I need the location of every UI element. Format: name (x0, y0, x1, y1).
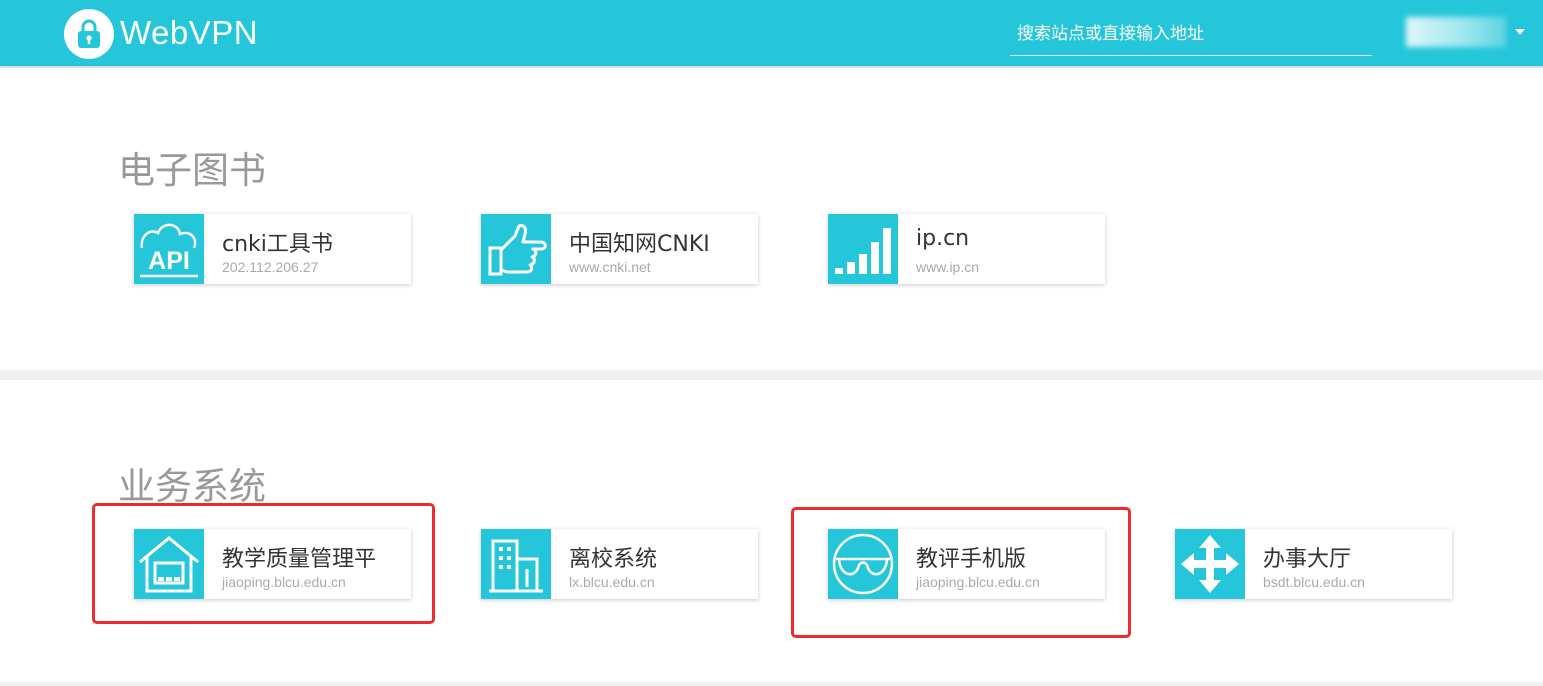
section-ebooks: 电子图书 API cnki工具书 202.112.206.27 中国知网CNKI… (0, 68, 1543, 370)
site-name: 离校系统 (569, 547, 658, 572)
site-name: ip.cn (916, 226, 970, 251)
section-title: 电子图书 (118, 149, 266, 192)
site-host: lx.blcu.edu.cn (569, 574, 655, 590)
site-card-leaving-system[interactable]: 离校系统 lx.blcu.edu.cn (481, 529, 758, 599)
site-card-service-hall[interactable]: 办事大厅 bsdt.blcu.edu.cn (1175, 529, 1452, 599)
user-menu[interactable] (1406, 17, 1525, 49)
site-host: bsdt.blcu.edu.cn (1263, 574, 1365, 590)
site-card-cnki-tools[interactable]: API cnki工具书 202.112.206.27 (134, 214, 411, 284)
site-name: 中国知网CNKI (569, 232, 710, 257)
user-avatar-redacted[interactable] (1406, 17, 1506, 47)
site-host: www.cnki.net (569, 259, 651, 275)
site-host: 202.112.206.27 (222, 259, 319, 275)
search-input[interactable] (1010, 18, 1372, 50)
chevron-down-icon[interactable] (1515, 29, 1525, 35)
api-cloud-icon: API (134, 214, 204, 284)
highlight-box-eval-mobile (791, 507, 1131, 638)
site-host: www.ip.cn (916, 259, 980, 275)
search-box[interactable] (1010, 18, 1372, 56)
building-icon (481, 529, 551, 599)
site-name: cnki工具书 (222, 232, 333, 257)
move-arrows-icon (1175, 529, 1245, 599)
highlight-box-teaching-quality (92, 503, 435, 624)
svg-text:API: API (148, 247, 190, 275)
top-bar: WebVPN (0, 0, 1543, 66)
site-card-cnki[interactable]: 中国知网CNKI www.cnki.net (481, 214, 758, 284)
thumbs-up-hand-icon (481, 214, 551, 284)
lock-logo-icon[interactable] (64, 9, 114, 59)
brand-title[interactable]: WebVPN (120, 14, 258, 52)
section-title: 业务系统 (118, 465, 266, 508)
site-card-ip[interactable]: ip.cn www.ip.cn (828, 214, 1105, 284)
signal-bars-icon (828, 214, 898, 284)
site-name: 办事大厅 (1263, 547, 1352, 572)
